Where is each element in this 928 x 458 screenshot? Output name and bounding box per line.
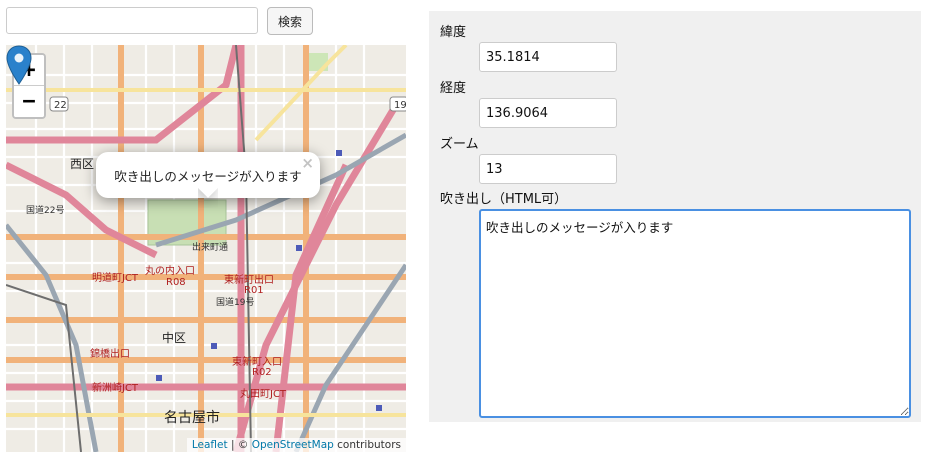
map-label-naka-ku: 中区 [162, 331, 187, 345]
map-label-higashi-shinmachi: 東新町出口 [224, 275, 274, 286]
map-label-nishiki-bashi: 錦橋出口 [90, 349, 130, 360]
map[interactable]: 22 19 西区 中区 名古屋市 丸の内入口 東新町出口 東新町入口 出来町通 … [6, 45, 406, 452]
shield-label-22: 22 [54, 100, 67, 111]
attribution-suffix: contributors [333, 439, 401, 451]
map-marker-icon[interactable] [6, 45, 32, 85]
longitude-label: 経度 [440, 81, 467, 96]
search-input[interactable] [6, 7, 258, 34]
map-label-r01: R01 [244, 285, 264, 296]
map-label-route22: 国道22号 [26, 206, 65, 216]
map-label-nishi-ku: 西区 [70, 157, 95, 171]
map-attribution: Leaflet | © OpenStreetMap contributors [186, 438, 406, 452]
leaflet-link[interactable]: Leaflet [192, 439, 228, 451]
search-button[interactable]: 検索 [267, 7, 313, 35]
map-popup: 吹き出しのメッセージが入ります × [96, 152, 320, 198]
map-label-r08: R08 [166, 277, 186, 288]
map-label-meijo-jct: 明道町JCT [92, 273, 139, 284]
zoom-field[interactable] [479, 154, 617, 184]
map-label-marunouchi: 丸の内入口 [145, 266, 195, 277]
settings-panel: 緯度 経度 ズーム 吹き出し（HTML可） 吹き出しのメッセージが入ります [429, 11, 921, 422]
zoom-out-button[interactable]: − [14, 86, 44, 117]
latitude-label: 緯度 [440, 25, 467, 40]
map-label-higashi-shinmachi-entrance: 東新町入口 [232, 357, 282, 368]
map-label-nagoya-shi: 名古屋市 [164, 410, 220, 426]
map-label-marutamachi-jct: 丸田町JCT [240, 389, 287, 400]
attribution-separator: | © [227, 439, 252, 451]
balloon-textarea[interactable]: 吹き出しのメッセージが入ります [479, 209, 911, 418]
zoom-label: ズーム [440, 137, 479, 152]
map-label-shinsu-jct: 新洲崎JCT [92, 383, 139, 394]
map-label-r02: R02 [252, 367, 272, 378]
popup-message: 吹き出しのメッセージが入ります [114, 168, 302, 184]
balloon-label: 吹き出し（HTML可） [440, 192, 568, 207]
map-label-demachi: 出来町通 [192, 243, 229, 253]
close-icon[interactable]: × [301, 156, 314, 171]
osm-link[interactable]: OpenStreetMap [252, 439, 334, 451]
shield-label-19: 19 [394, 100, 406, 111]
longitude-field[interactable] [479, 98, 617, 128]
popup-tip [198, 188, 218, 208]
map-label-route19: 国道19号 [216, 298, 255, 308]
latitude-field[interactable] [479, 42, 617, 72]
